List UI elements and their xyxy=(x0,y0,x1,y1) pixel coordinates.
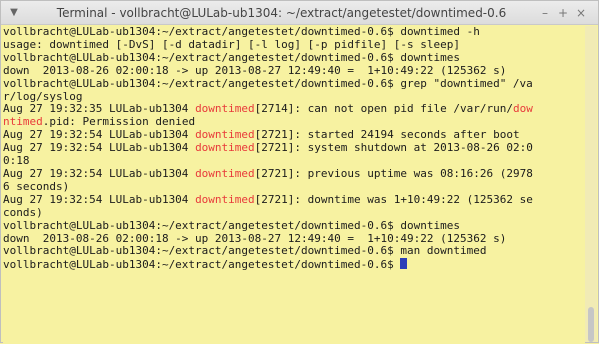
close-icon[interactable]: × xyxy=(572,1,590,24)
terminal-text: vollbracht@LULab-ub1304:~/extract/angete… xyxy=(3,218,460,232)
terminal-line: Aug 27 19:32:54 LULab-ub1304 downtimed[2… xyxy=(3,166,585,181)
terminal-text: 6 seconds) xyxy=(3,179,70,193)
scrollbar-thumb[interactable] xyxy=(588,307,594,342)
window-title: Terminal - vollbracht@LULab-ub1304: ~/ex… xyxy=(56,5,507,20)
terminal-text: vollbracht@LULab-ub1304:~/extract/angete… xyxy=(3,50,460,64)
chevron-down-icon[interactable]: ▼ xyxy=(1,1,27,24)
terminal-text: [2721]: system shutdown at 2013-08-26 02… xyxy=(254,141,533,155)
terminal-text: Aug 27 19:32:54 LULab-ub1304 xyxy=(3,166,196,180)
terminal-text: vollbracht@LULab-ub1304:~/extract/angete… xyxy=(3,76,533,90)
terminal-text: down 2013-08-26 02:00:18 -> up 2013-08-2… xyxy=(3,231,507,245)
terminal-text: .pid: Permission denied xyxy=(42,115,196,129)
terminal-text: Aug 27 19:32:54 LULab-ub1304 xyxy=(3,141,196,155)
highlighted-text: downtimed xyxy=(195,166,255,180)
window-controls: – + × xyxy=(536,1,598,24)
scrollbar[interactable] xyxy=(585,26,597,342)
terminal-window: ▼ Terminal - vollbracht@LULab-ub1304: ~/… xyxy=(0,0,599,344)
highlighted-text: ntimed xyxy=(3,115,43,129)
terminal-text: Aug 27 19:32:54 LULab-ub1304 xyxy=(3,128,196,142)
terminal-text: conds) xyxy=(3,205,43,219)
terminal-text: [2721]: started 24194 seconds after boot xyxy=(254,128,520,142)
terminal-text: [2721]: downtime was 1+10:49:22 (125362 … xyxy=(254,192,533,206)
terminal-text: vollbracht@LULab-ub1304:~/extract/angete… xyxy=(3,244,487,258)
terminal-text: vollbracht@LULab-ub1304:~/extract/angete… xyxy=(3,26,480,38)
terminal-text: down 2013-08-26 02:00:18 -> up 2013-08-2… xyxy=(3,63,507,77)
highlighted-text: downtimed xyxy=(195,141,255,155)
terminal-text: 0:18 xyxy=(3,154,30,168)
minimize-icon[interactable]: – xyxy=(536,1,554,24)
terminal-text: [2714]: can not open pid file /var/run/ xyxy=(254,102,513,116)
terminal-text: Aug 27 19:32:54 LULab-ub1304 xyxy=(3,192,196,206)
terminal-line: Aug 27 19:32:54 LULab-ub1304 downtimed[2… xyxy=(3,192,585,207)
title-bar[interactable]: ▼ Terminal - vollbracht@LULab-ub1304: ~/… xyxy=(1,1,598,25)
terminal-line: vollbracht@LULab-ub1304:~/extract/angete… xyxy=(3,258,585,272)
terminal-text: vollbracht@LULab-ub1304:~/extract/angete… xyxy=(3,258,401,272)
highlighted-text: downtimed xyxy=(195,128,255,142)
terminal-text: usage: downtimed [-DvS] [-d datadir] [-l… xyxy=(3,37,460,51)
terminal-text: Aug 27 19:32:35 LULab-ub1304 xyxy=(3,102,196,116)
terminal-text: r/log/syslog xyxy=(3,89,83,103)
highlighted-text: downtimed xyxy=(195,102,255,116)
terminal-line: vollbracht@LULab-ub1304:~/extract/angete… xyxy=(3,244,585,258)
terminal-line: Aug 27 19:32:54 LULab-ub1304 downtimed[2… xyxy=(3,141,585,155)
text-cursor xyxy=(400,258,408,270)
terminal-line: vollbracht@LULab-ub1304:~/extract/angete… xyxy=(3,76,585,91)
terminal-output[interactable]: vollbracht@LULab-ub1304:~/extract/angete… xyxy=(3,26,585,344)
highlighted-text: downtimed xyxy=(195,192,255,206)
highlighted-text: dow xyxy=(512,102,533,116)
maximize-icon[interactable]: + xyxy=(554,1,572,24)
terminal-text: [2721]: previous uptime was 08:16:26 (29… xyxy=(254,166,533,180)
